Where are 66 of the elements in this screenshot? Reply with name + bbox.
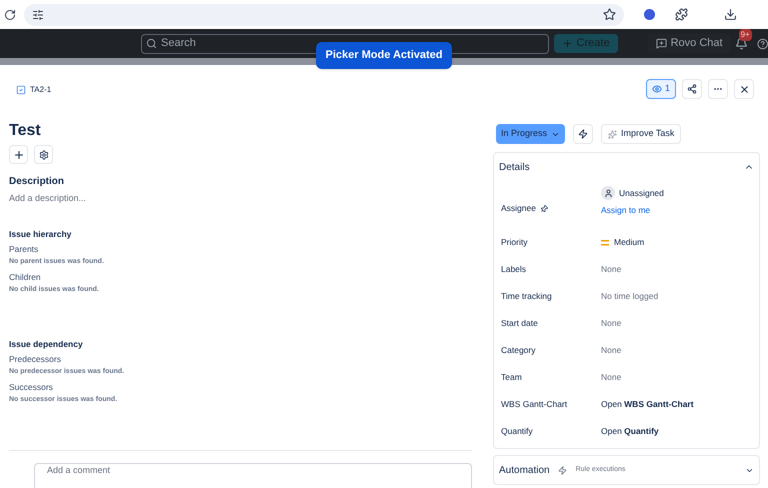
field-value[interactable]: Medium: [614, 236, 644, 249]
assign-to-me-link[interactable]: Assign to me: [601, 204, 664, 217]
share-button[interactable]: [682, 79, 702, 99]
issue-key[interactable]: TA2-1: [30, 84, 52, 96]
avatar-icon: [601, 186, 615, 200]
description-field[interactable]: Add a description...: [9, 192, 472, 206]
field-value[interactable]: None: [601, 337, 622, 364]
help-icon[interactable]: [756, 38, 768, 50]
field-value[interactable]: None: [601, 256, 622, 283]
field-label: Start date: [501, 317, 538, 330]
relation-label[interactable]: Children: [9, 272, 472, 284]
share-icon: [687, 84, 697, 94]
picker-mode-toast: Picker Mode Activated: [316, 42, 452, 69]
field-label: Labels: [501, 263, 526, 276]
field-value[interactable]: Open Quantify: [601, 425, 659, 438]
field-label: Time tracking: [501, 290, 552, 303]
relation-label[interactable]: Parents: [9, 244, 472, 256]
issue-title: Test: [9, 121, 42, 141]
plus-icon: [12, 148, 24, 160]
relation-label[interactable]: Predecessors: [9, 354, 472, 366]
notifications-icon[interactable]: [734, 37, 748, 50]
extension-logo-icon[interactable]: [644, 9, 655, 20]
field-label: Assignee: [501, 202, 536, 215]
field-value[interactable]: None: [601, 310, 622, 337]
rovo-chat-button[interactable]: Rovo Chat: [648, 34, 731, 53]
bookmark-star-icon[interactable]: [603, 8, 616, 21]
pin-icon[interactable]: [538, 202, 550, 214]
field-value[interactable]: Unassigned: [619, 186, 664, 200]
field-label: Quantify: [501, 425, 533, 438]
field-label: Category: [501, 344, 536, 357]
panel-title: Automation: [499, 464, 550, 478]
reload-icon[interactable]: [4, 8, 16, 20]
sparkle-icon: [608, 130, 618, 138]
field-label: Priority: [501, 236, 528, 249]
close-icon: [738, 84, 750, 94]
improve-task-button[interactable]: Improve Task: [601, 124, 682, 144]
chat-icon: [656, 38, 667, 49]
settings-button[interactable]: [34, 145, 53, 164]
site-settings-icon[interactable]: [32, 8, 44, 20]
watch-button[interactable]: 1: [646, 79, 676, 99]
eye-icon: [652, 84, 662, 94]
close-button[interactable]: [734, 79, 754, 99]
field-value[interactable]: Open WBS Gantt-Chart: [601, 398, 694, 411]
field-value[interactable]: No time logged: [601, 283, 658, 310]
add-button[interactable]: [9, 145, 28, 164]
lightning-icon: [578, 129, 588, 139]
field-value[interactable]: None: [601, 364, 622, 391]
section-heading: Issue dependency: [9, 338, 84, 350]
gear-icon: [38, 150, 48, 160]
plus-icon: [562, 38, 573, 49]
section-heading: Issue hierarchy: [9, 228, 72, 240]
description-heading: Description: [9, 175, 66, 189]
panel-title: Details: [499, 160, 530, 174]
task-type-icon: [16, 85, 26, 95]
comment-field[interactable]: Add a comment: [34, 462, 472, 488]
medium-priority-icon: [601, 240, 609, 246]
lightning-icon: [558, 466, 567, 474]
notification-badge: 9+: [738, 29, 752, 41]
status-dropdown[interactable]: In Progress: [496, 124, 566, 144]
search-icon: [146, 38, 157, 49]
extensions-icon[interactable]: [675, 8, 688, 21]
relation-label[interactable]: Successors: [9, 382, 472, 394]
download-icon[interactable]: [724, 8, 737, 21]
field-label: WBS Gantt-Chart: [501, 398, 568, 411]
field-label: Team: [501, 371, 522, 384]
automation-button[interactable]: [573, 124, 594, 144]
